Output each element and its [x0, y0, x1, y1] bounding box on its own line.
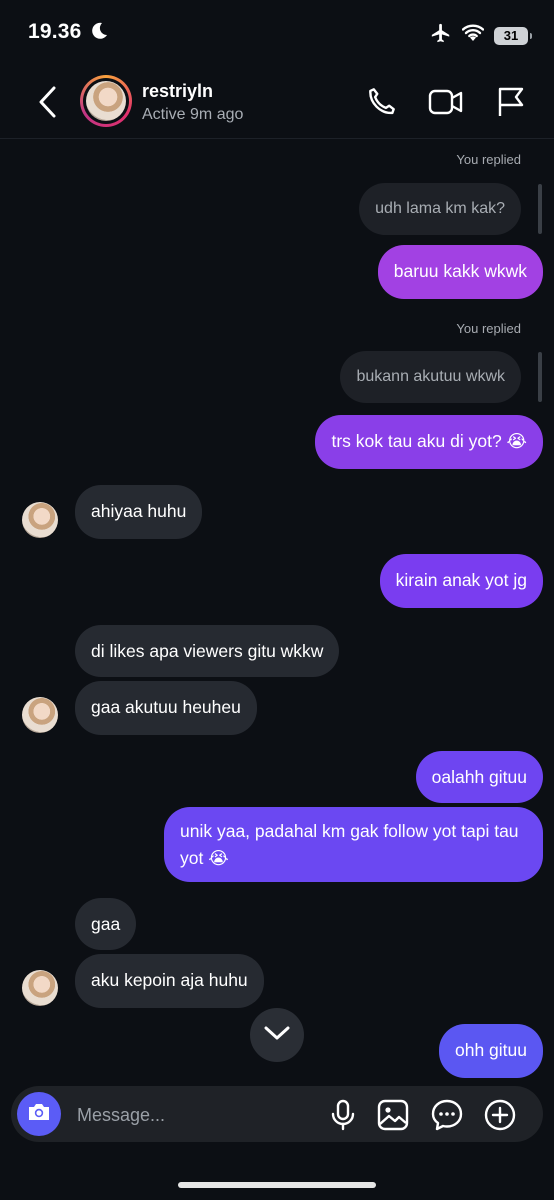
- sender-avatar[interactable]: [22, 970, 58, 1006]
- sender-avatar[interactable]: [22, 697, 58, 733]
- message-composer: [11, 1086, 543, 1144]
- camera-icon: [26, 1101, 52, 1128]
- quoted-message[interactable]: udh lama km kak?: [359, 183, 521, 235]
- replied-label: You replied: [456, 321, 521, 336]
- reply-indicator: [538, 184, 542, 234]
- replied-label: You replied: [456, 152, 521, 167]
- airplane-icon: [430, 22, 452, 49]
- phone-icon[interactable]: [365, 86, 397, 123]
- received-message[interactable]: di likes apa viewers gitu wkkw: [75, 625, 340, 677]
- home-indicator: [178, 1182, 376, 1188]
- sent-message[interactable]: kirain anak yot jg: [379, 554, 543, 608]
- active-status: Active 9m ago: [142, 106, 244, 123]
- chat-bubble-icon[interactable]: [431, 1099, 463, 1136]
- scroll-to-bottom-button[interactable]: [250, 1008, 304, 1062]
- message-input[interactable]: [75, 1086, 319, 1144]
- chevron-down-icon: [264, 1025, 290, 1046]
- back-icon[interactable]: [34, 84, 64, 120]
- sender-avatar[interactable]: [22, 502, 58, 538]
- video-call-icon[interactable]: [428, 86, 464, 123]
- add-icon[interactable]: [484, 1099, 516, 1136]
- sent-message[interactable]: ohh gituu: [438, 1024, 543, 1078]
- received-message[interactable]: gaa: [75, 898, 137, 950]
- received-message[interactable]: aku kepoin aja huhu: [75, 954, 264, 1008]
- reply-indicator: [538, 352, 542, 402]
- username[interactable]: restriyln: [142, 81, 213, 102]
- chat-header: restriyln Active 9m ago: [0, 66, 554, 139]
- avatar[interactable]: [80, 75, 132, 127]
- wifi-icon: [461, 24, 485, 47]
- received-message[interactable]: gaa akutuu heuheu: [75, 681, 257, 735]
- camera-button[interactable]: [17, 1092, 61, 1136]
- battery-icon: 31: [494, 26, 532, 45]
- sent-message[interactable]: oalahh gituu: [415, 751, 543, 803]
- microphone-icon[interactable]: [329, 1099, 357, 1136]
- gallery-icon[interactable]: [377, 1099, 409, 1136]
- status-time: 19.36: [28, 20, 82, 43]
- sent-message[interactable]: trs kok tau aku di yot? 😭: [315, 415, 543, 469]
- status-icons: 31: [430, 22, 532, 49]
- received-message[interactable]: ahiyaa huhu: [75, 485, 203, 539]
- moon-icon: [89, 21, 109, 46]
- flag-icon[interactable]: [496, 86, 526, 123]
- sent-message[interactable]: baruu kakk wkwk: [377, 245, 543, 299]
- status-bar: 19.36 31: [0, 0, 554, 66]
- sent-message[interactable]: unik yaa, padahal km gak follow yot tapi…: [164, 807, 543, 882]
- quoted-message[interactable]: bukann akutuu wkwk: [340, 351, 521, 403]
